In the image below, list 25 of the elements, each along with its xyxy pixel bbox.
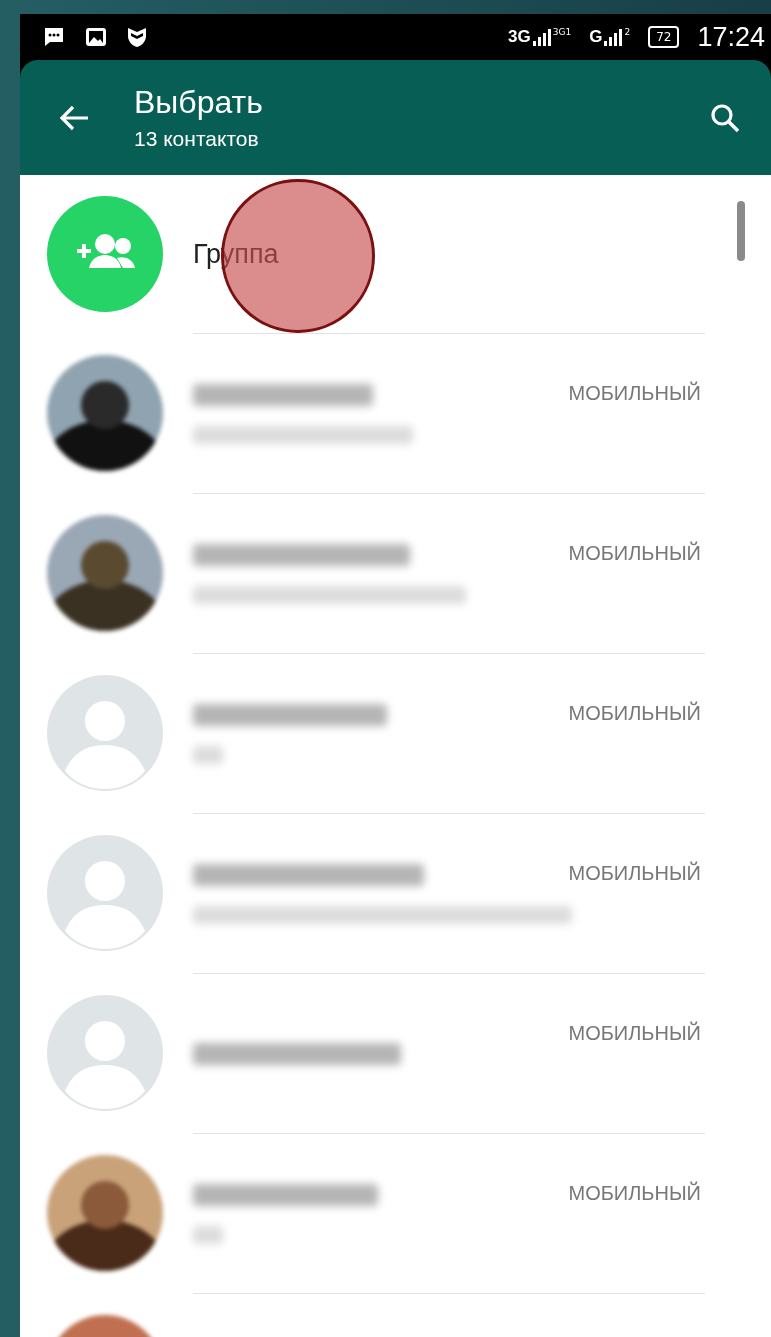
avatar-icon (47, 995, 163, 1111)
contact-count: 13 контактов (134, 127, 260, 151)
signal-icon (531, 27, 552, 47)
avatar-icon (47, 675, 163, 791)
phone-type-label: МОБИЛЬНЫЙ (568, 862, 701, 885)
network-label: G (589, 27, 603, 47)
sim-tag: 2 (624, 27, 631, 37)
phone-type-label: МОБИЛЬНЫЙ (568, 702, 701, 725)
battery-level: 72 (648, 26, 680, 48)
phone-type-label: МОБИЛЬНЫЙ (568, 542, 701, 565)
screen-title: Выбрать (134, 84, 264, 121)
signal-icon (603, 27, 624, 47)
shield-icon (126, 25, 148, 49)
network-label: 3G (508, 27, 531, 47)
search-button[interactable] (709, 101, 741, 134)
message-icon (42, 25, 66, 49)
sim-tag: 3G1 (552, 27, 572, 37)
back-button[interactable] (58, 103, 90, 132)
scrollbar (737, 201, 745, 261)
avatar-icon (47, 835, 163, 951)
phone-type-label: МОБИЛЬНЫЙ (568, 1022, 701, 1045)
phone-type-label: МОБИЛЬНЫЙ (568, 1182, 701, 1205)
clock-time: 17:24 (697, 21, 765, 53)
image-icon (84, 25, 108, 49)
phone-type-label: МОБИЛЬНЫЙ (568, 382, 701, 405)
